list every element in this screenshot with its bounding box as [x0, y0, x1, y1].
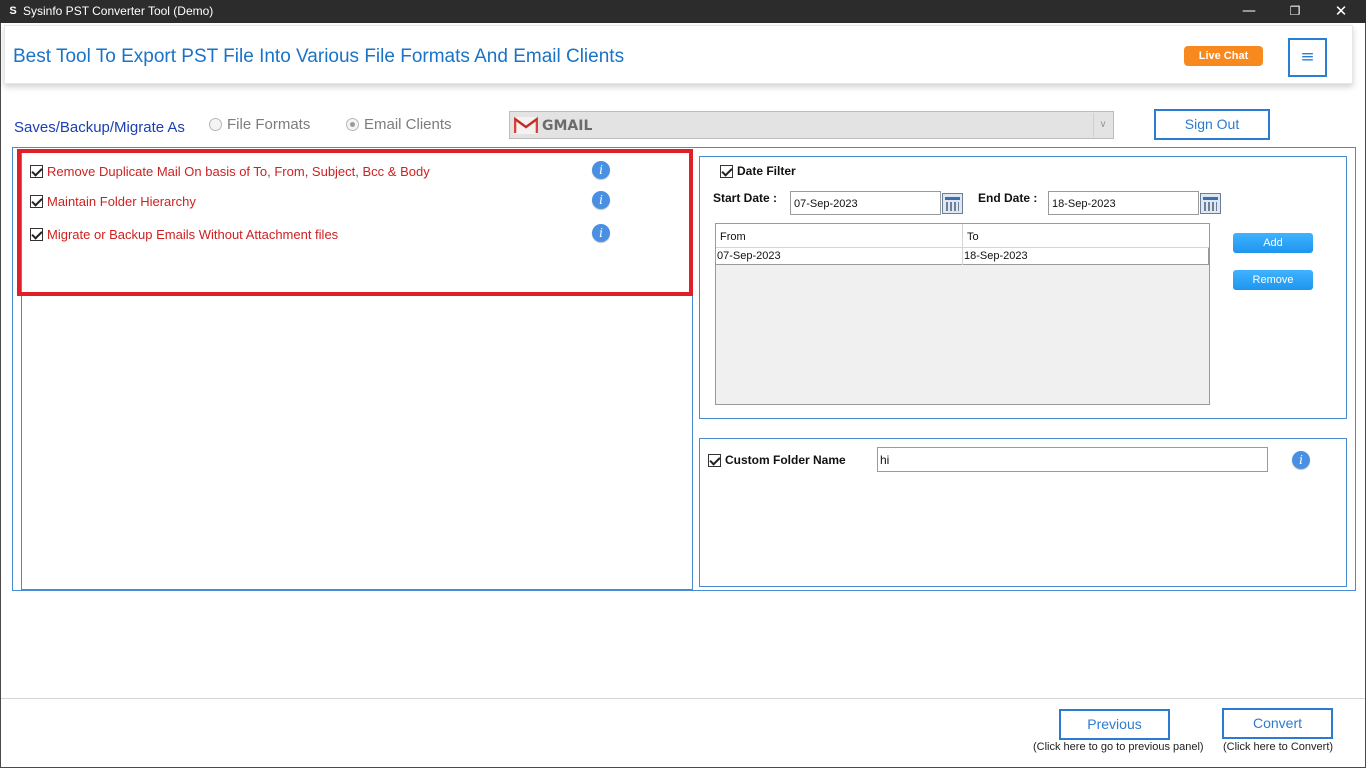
close-icon[interactable]: ✕ — [1318, 0, 1364, 23]
column-divider — [962, 224, 963, 248]
radio-circle-selected-icon — [346, 118, 359, 131]
app-logo-icon: S — [9, 5, 17, 17]
start-date-field[interactable]: 07-Sep-2023 — [790, 191, 941, 215]
option-maintain-hierarchy[interactable]: Maintain Folder Hierarchy — [30, 194, 196, 209]
checkbox-checked-icon[interactable] — [720, 164, 733, 178]
calendar-icon[interactable] — [1200, 193, 1221, 214]
info-icon[interactable]: i — [592, 224, 610, 242]
menu-button[interactable]: ≡ — [1288, 38, 1327, 77]
minimize-icon[interactable]: — — [1226, 0, 1272, 23]
date-filter-checkbox[interactable]: Date Filter — [720, 164, 796, 178]
info-icon[interactable]: i — [592, 191, 610, 209]
previous-button[interactable]: Previous — [1059, 709, 1170, 740]
calendar-icon[interactable] — [942, 193, 963, 214]
title-bar: S Sysinfo PST Converter Tool (Demo) — ❐ … — [0, 0, 1366, 23]
checkbox-checked-icon[interactable] — [30, 165, 43, 178]
footer-divider — [1, 698, 1365, 699]
live-chat-button[interactable]: Live Chat — [1184, 46, 1263, 66]
column-divider — [962, 248, 963, 265]
date-filter-label: Date Filter — [737, 164, 796, 178]
start-date-label: Start Date : — [713, 191, 778, 205]
email-clients-label: Email Clients — [364, 116, 452, 133]
window-title: Sysinfo PST Converter Tool (Demo) — [23, 4, 214, 18]
option-label: Remove Duplicate Mail On basis of To, Fr… — [47, 164, 430, 179]
remove-button[interactable]: Remove — [1233, 270, 1313, 290]
app-window: S Sysinfo PST Converter Tool (Demo) — ❐ … — [0, 0, 1366, 768]
info-icon[interactable]: i — [1292, 451, 1310, 469]
custom-folder-label: Custom Folder Name — [725, 453, 846, 467]
radio-circle-icon — [209, 118, 222, 131]
end-date-label: End Date : — [978, 191, 1038, 205]
option-label: Maintain Folder Hierarchy — [47, 194, 196, 209]
date-range-table: From To 07-Sep-2023 18-Sep-2023 — [715, 223, 1210, 405]
file-formats-label: File Formats — [227, 116, 311, 133]
email-client-select[interactable]: GMAIL ∨ — [509, 111, 1114, 139]
custom-folder-checkbox[interactable]: Custom Folder Name — [708, 453, 846, 467]
info-icon[interactable]: i — [592, 161, 610, 179]
header-banner: Best Tool To Export PST File Into Variou… — [4, 25, 1353, 84]
saves-label: Saves/Backup/Migrate As — [14, 119, 185, 136]
gmail-icon — [514, 117, 538, 134]
checkbox-checked-icon[interactable] — [30, 228, 43, 241]
maximize-icon[interactable]: ❐ — [1272, 0, 1318, 23]
convert-button[interactable]: Convert — [1222, 708, 1333, 739]
add-button[interactable]: Add — [1233, 233, 1313, 253]
option-remove-duplicate[interactable]: Remove Duplicate Mail On basis of To, Fr… — [30, 164, 430, 179]
option-without-attachment[interactable]: Migrate or Backup Emails Without Attachm… — [30, 227, 338, 242]
previous-hint: (Click here to go to previous panel) — [1033, 741, 1204, 753]
file-formats-radio[interactable]: File Formats — [209, 116, 310, 133]
row-to-cell: 18-Sep-2023 — [964, 250, 1028, 262]
chevron-down-icon[interactable]: ∨ — [1093, 113, 1112, 137]
option-label: Migrate or Backup Emails Without Attachm… — [47, 227, 339, 242]
row-from-cell: 07-Sep-2023 — [717, 250, 781, 262]
sign-out-button[interactable]: Sign Out — [1154, 109, 1270, 140]
end-date-field[interactable]: 18-Sep-2023 — [1048, 191, 1199, 215]
email-client-value: GMAIL — [542, 118, 593, 134]
email-clients-radio[interactable]: Email Clients — [346, 116, 452, 133]
column-to: To — [967, 231, 979, 243]
hamburger-icon: ≡ — [1300, 47, 1315, 67]
table-row[interactable]: 07-Sep-2023 18-Sep-2023 — [716, 248, 1209, 265]
table-header: From To — [716, 224, 1209, 248]
convert-hint: (Click here to Convert) — [1223, 741, 1334, 753]
row-edge — [1208, 248, 1209, 265]
checkbox-checked-icon[interactable] — [708, 453, 721, 467]
checkbox-checked-icon[interactable] — [30, 195, 43, 208]
column-from: From — [720, 231, 746, 243]
page-title: Best Tool To Export PST File Into Variou… — [13, 46, 625, 67]
custom-folder-input[interactable]: hi — [877, 447, 1268, 472]
